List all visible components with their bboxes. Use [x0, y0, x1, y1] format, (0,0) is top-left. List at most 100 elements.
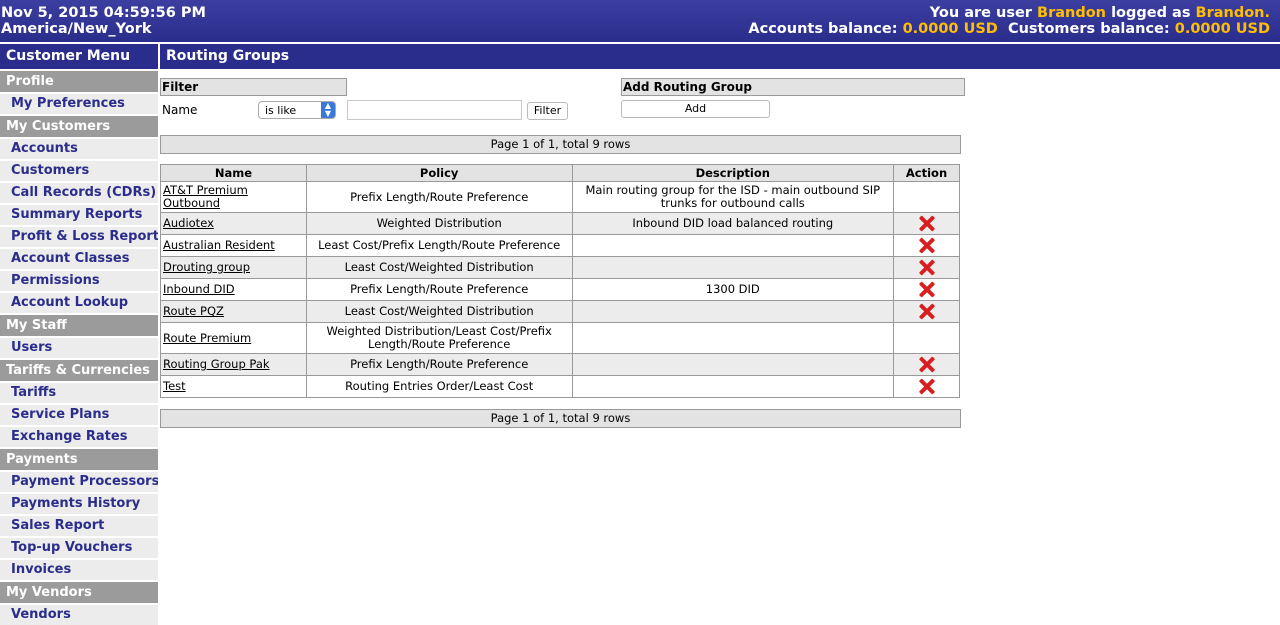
sidebar-item-tariffs[interactable]: Tariffs	[0, 383, 158, 403]
sidebar: Customer Menu Profile My Preferences My …	[0, 44, 158, 625]
sidebar-item-customers[interactable]: Customers	[0, 161, 158, 181]
sidebar-item-payment-processors[interactable]: Payment Processors	[0, 472, 158, 492]
policy-cell: Least Cost/Weighted Distribution	[305, 256, 573, 279]
description-cell	[571, 353, 895, 376]
name-cell: Audiotex	[160, 212, 307, 235]
select-arrows-icon: ▲ ▼	[321, 102, 335, 118]
delete-icon[interactable]	[918, 378, 935, 395]
table-row: Route Premium Weighted Distribution/Leas…	[160, 322, 960, 354]
user-prefix: You are user	[929, 5, 1032, 21]
sidebar-item-summary-reports[interactable]: Summary Reports	[0, 205, 158, 225]
routing-group-link[interactable]: Test	[163, 379, 186, 393]
top-header: Nov 5, 2015 04:59:56 PM America/New_York…	[0, 0, 1280, 42]
name-cell: Drouting group	[160, 256, 307, 279]
action-cell	[893, 322, 960, 354]
user-info: You are user Brandon logged as Brandon. …	[748, 5, 1270, 37]
description-cell: 1300 DID	[571, 278, 895, 301]
sidebar-item-call-records[interactable]: Call Records (CDRs)	[0, 183, 158, 203]
description-cell	[571, 256, 895, 279]
delete-icon[interactable]	[918, 215, 935, 232]
delete-icon[interactable]	[918, 356, 935, 373]
page-title: Routing Groups	[160, 44, 1280, 69]
delete-icon[interactable]	[918, 259, 935, 276]
timezone: America/New_York	[1, 21, 152, 37]
column-header-description: Description	[571, 164, 895, 182]
operator-select[interactable]: is like ▲ ▼	[258, 101, 336, 119]
action-cell	[893, 278, 960, 301]
routing-group-link[interactable]: Routing Group Pak	[163, 357, 270, 371]
accounts-balance-label: Accounts balance:	[748, 21, 898, 37]
sidebar-item-vendors[interactable]: Vendors	[0, 605, 158, 625]
description-cell	[571, 234, 895, 257]
sidebar-item-invoices[interactable]: Invoices	[0, 560, 158, 580]
name-filter-label: Name	[162, 103, 198, 117]
delete-icon[interactable]	[918, 237, 935, 254]
balance-line: Accounts balance: 0.0000 USD Customers b…	[748, 21, 1270, 37]
policy-cell: Weighted Distribution/Least Cost/Prefix …	[305, 322, 573, 354]
pager-top: Page 1 of 1, total 9 rows	[160, 135, 961, 154]
policy-cell: Prefix Length/Route Preference	[305, 181, 573, 213]
section-tariffs-currencies: Tariffs & Currencies	[0, 360, 158, 381]
routing-group-link[interactable]: Route Premium	[163, 331, 251, 345]
table-row: Route PQZ Least Cost/Weighted Distributi…	[160, 300, 960, 323]
routing-group-link[interactable]: Audiotex	[163, 216, 214, 230]
delete-icon[interactable]	[918, 281, 935, 298]
action-cell	[893, 234, 960, 257]
routing-group-link[interactable]: AT&T Premium Outbound	[163, 183, 248, 210]
routing-groups-table: Name Policy Description Action AT&T Prem…	[160, 164, 960, 398]
routing-group-link[interactable]: Route PQZ	[163, 304, 224, 318]
name-filter-input[interactable]	[347, 100, 522, 120]
sidebar-item-permissions[interactable]: Permissions	[0, 271, 158, 291]
action-cell	[893, 300, 960, 323]
routing-group-link[interactable]: Inbound DID	[163, 282, 235, 296]
name-cell: AT&T Premium Outbound	[160, 181, 307, 213]
description-cell	[571, 300, 895, 323]
table-row: AT&T Premium Outbound Prefix Length/Rout…	[160, 181, 960, 213]
filter-button[interactable]: Filter	[527, 102, 568, 120]
name-cell: Australian Resident	[160, 234, 307, 257]
policy-cell: Least Cost/Weighted Distribution	[305, 300, 573, 323]
filter-header: Filter	[160, 78, 347, 96]
routing-group-link[interactable]: Australian Resident	[163, 238, 275, 252]
section-my-staff: My Staff	[0, 315, 158, 336]
sidebar-title: Customer Menu	[0, 44, 158, 69]
action-cell	[893, 375, 960, 398]
table-row: Inbound DID Prefix Length/Route Preferen…	[160, 278, 960, 301]
sidebar-item-accounts[interactable]: Accounts	[0, 139, 158, 159]
add-button[interactable]: Add	[621, 100, 770, 118]
sidebar-item-payments-history[interactable]: Payments History	[0, 494, 158, 514]
delete-icon[interactable]	[918, 303, 935, 320]
name-cell: Inbound DID	[160, 278, 307, 301]
user-line: You are user Brandon logged as Brandon.	[748, 5, 1270, 21]
action-cell	[893, 256, 960, 279]
section-payments: Payments	[0, 449, 158, 470]
sidebar-item-sales-report[interactable]: Sales Report	[0, 516, 158, 536]
policy-cell: Routing Entries Order/Least Cost	[305, 375, 573, 398]
name-cell: Route Premium	[160, 322, 307, 354]
policy-cell: Least Cost/Prefix Length/Route Preferenc…	[305, 234, 573, 257]
sidebar-item-profit-loss-report[interactable]: Profit & Loss Report	[0, 227, 158, 247]
section-profile: Profile	[0, 71, 158, 92]
accounts-balance: 0.0000 USD	[902, 21, 998, 37]
table-row: Drouting group Least Cost/Weighted Distr…	[160, 256, 960, 279]
datetime-block: Nov 5, 2015 04:59:56 PM America/New_York	[1, 5, 206, 37]
customers-balance: 0.0000 USD	[1174, 21, 1270, 37]
table-row: Australian Resident Least Cost/Prefix Le…	[160, 234, 960, 257]
sidebar-item-exchange-rates[interactable]: Exchange Rates	[0, 427, 158, 447]
add-routing-group-header: Add Routing Group	[621, 78, 965, 96]
sidebar-item-account-lookup[interactable]: Account Lookup	[0, 293, 158, 313]
sidebar-item-my-preferences[interactable]: My Preferences	[0, 94, 158, 114]
sidebar-item-top-up-vouchers[interactable]: Top-up Vouchers	[0, 538, 158, 558]
table-row: Routing Group Pak Prefix Length/Route Pr…	[160, 353, 960, 376]
sidebar-item-account-classes[interactable]: Account Classes	[0, 249, 158, 269]
routing-group-link[interactable]: Drouting group	[163, 260, 250, 274]
logged-as-label: logged as	[1111, 5, 1191, 21]
policy-cell: Weighted Distribution	[305, 212, 573, 235]
current-datetime: Nov 5, 2015 04:59:56 PM	[1, 5, 206, 21]
column-header-policy: Policy	[305, 164, 573, 182]
sidebar-item-users[interactable]: Users	[0, 338, 158, 358]
policy-cell: Prefix Length/Route Preference	[305, 278, 573, 301]
sidebar-item-service-plans[interactable]: Service Plans	[0, 405, 158, 425]
description-cell: Inbound DID load balanced routing	[571, 212, 895, 235]
operator-value: is like	[265, 104, 297, 117]
